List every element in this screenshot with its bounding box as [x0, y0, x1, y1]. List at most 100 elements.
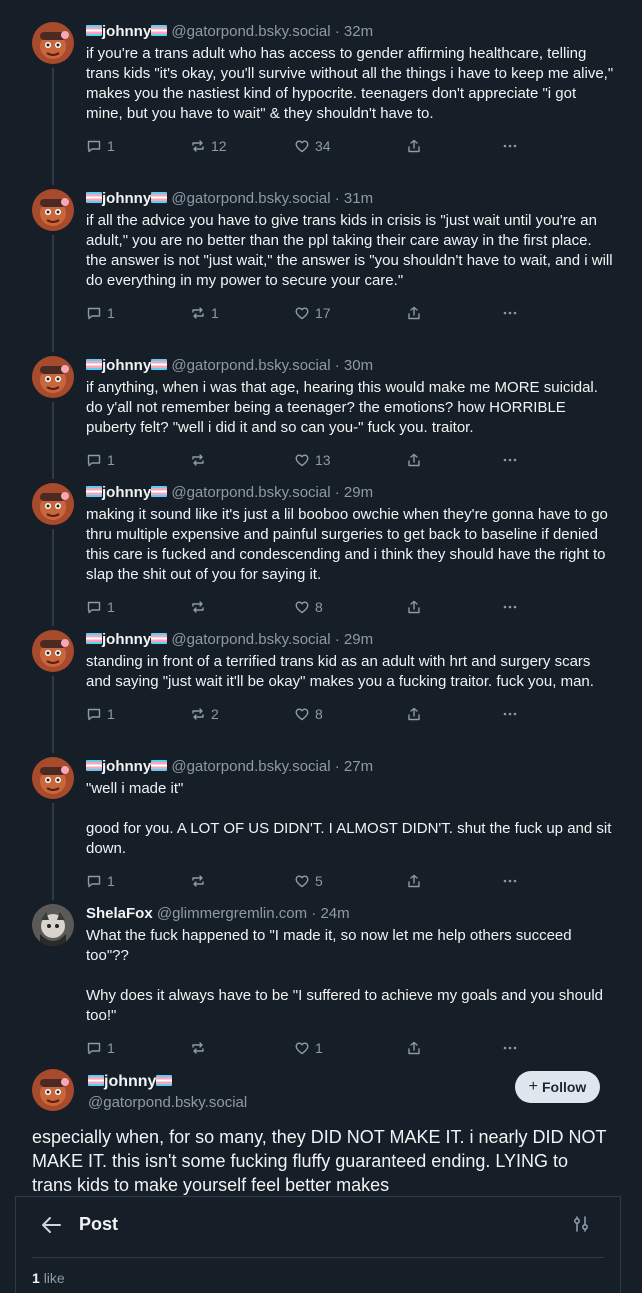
author-name[interactable]: johnny	[102, 758, 151, 775]
author-name[interactable]: johnny	[102, 484, 151, 501]
post-header: ShelaFox @glimmergremlin.com · 24m	[86, 904, 616, 924]
follow-button[interactable]: + Follow	[515, 1071, 600, 1103]
more-button[interactable]	[502, 136, 518, 156]
repost-count: 2	[211, 706, 219, 722]
author-handle[interactable]: @gatorpond.bsky.social	[171, 357, 330, 374]
more-options-icon	[502, 873, 518, 889]
sort-settings-icon[interactable]	[572, 1215, 590, 1233]
repost-icon	[190, 138, 206, 154]
post-time[interactable]: 29m	[344, 631, 373, 648]
share-button[interactable]	[406, 597, 422, 617]
avatar[interactable]	[32, 189, 74, 231]
reply-button[interactable]: 1	[86, 1038, 115, 1058]
author-handle[interactable]: @glimmergremlin.com	[157, 905, 307, 922]
share-button[interactable]	[406, 136, 422, 156]
author-handle[interactable]: @gatorpond.bsky.social	[88, 1093, 247, 1113]
post-text: if you're a trans adult who has access t…	[86, 45, 618, 122]
author-name[interactable]: ShelaFox	[86, 905, 153, 922]
more-button[interactable]	[502, 871, 518, 891]
separator: ·	[307, 905, 321, 922]
author-name[interactable]: johnny	[102, 190, 151, 207]
like-button[interactable]: 13	[294, 450, 331, 470]
repost-button[interactable]	[190, 871, 211, 891]
author-name[interactable]: johnny	[102, 357, 151, 374]
reply-button[interactable]: 1	[86, 136, 115, 156]
avatar[interactable]	[32, 22, 74, 64]
divider	[32, 1257, 604, 1258]
share-button[interactable]	[406, 871, 422, 891]
post-text: especially when, for so many, they DID N…	[32, 1127, 607, 1195]
trans-flag-icon	[151, 192, 168, 203]
more-options-icon	[502, 305, 518, 321]
post-time[interactable]: 27m	[344, 758, 373, 775]
author-name[interactable]: johnny	[102, 631, 151, 648]
post-time[interactable]: 24m	[320, 905, 349, 922]
avatar[interactable]	[32, 904, 74, 946]
heart-icon	[294, 873, 310, 889]
more-options-icon	[502, 706, 518, 722]
trans-flag-icon	[86, 25, 102, 36]
reply-count: 1	[107, 305, 115, 321]
more-options-icon	[502, 599, 518, 615]
like-button[interactable]: 1	[294, 1038, 323, 1058]
more-button[interactable]	[502, 450, 518, 470]
avatar[interactable]	[32, 630, 74, 672]
like-button[interactable]: 8	[294, 704, 323, 724]
post-time[interactable]: 29m	[344, 484, 373, 501]
reply-icon	[86, 706, 102, 722]
repost-button[interactable]	[190, 450, 211, 470]
share-button[interactable]	[406, 1038, 422, 1058]
share-button[interactable]	[406, 450, 422, 470]
heart-icon	[294, 138, 310, 154]
more-button[interactable]	[502, 597, 518, 617]
like-count: 1	[315, 1040, 323, 1056]
share-button[interactable]	[406, 303, 422, 323]
repost-count: 1	[211, 305, 219, 321]
reply-button[interactable]: 1	[86, 303, 115, 323]
post-header: johnny @gatorpond.bsky.social · 32m	[86, 22, 616, 42]
reply-button[interactable]: 1	[86, 871, 115, 891]
reply-button[interactable]: 1	[86, 704, 115, 724]
author-handle[interactable]: @gatorpond.bsky.social	[171, 631, 330, 648]
more-button[interactable]	[502, 704, 518, 724]
author-handle[interactable]: @gatorpond.bsky.social	[171, 190, 330, 207]
like-button[interactable]: 8	[294, 597, 323, 617]
like-count: 34	[315, 138, 331, 154]
repost-button[interactable]	[190, 597, 211, 617]
post-time[interactable]: 31m	[344, 190, 373, 207]
reply-icon	[86, 452, 102, 468]
repost-icon	[190, 305, 206, 321]
avatar[interactable]	[32, 1069, 74, 1111]
like-button[interactable]: 34	[294, 136, 331, 156]
thread-line	[52, 402, 54, 479]
likes-count[interactable]: 1 like	[32, 1270, 65, 1286]
like-button[interactable]: 17	[294, 303, 331, 323]
like-button[interactable]: 5	[294, 871, 323, 891]
more-button[interactable]	[502, 303, 518, 323]
repost-button[interactable]	[190, 1038, 211, 1058]
author-handle[interactable]: @gatorpond.bsky.social	[171, 758, 330, 775]
more-button[interactable]	[502, 1038, 518, 1058]
repost-button[interactable]: 1	[190, 303, 219, 323]
author-name[interactable]: johnny	[88, 1072, 173, 1092]
avatar[interactable]	[32, 757, 74, 799]
back-arrow-icon[interactable]	[40, 1215, 62, 1235]
reply-button[interactable]: 1	[86, 450, 115, 470]
reply-button[interactable]: 1	[86, 597, 115, 617]
post-time[interactable]: 30m	[344, 357, 373, 374]
like-count: 5	[315, 873, 323, 889]
author-handle[interactable]: @gatorpond.bsky.social	[171, 23, 330, 40]
share-icon	[406, 706, 422, 722]
post-header: johnny @gatorpond.bsky.social · 27m	[86, 757, 616, 777]
post-time[interactable]: 32m	[344, 23, 373, 40]
separator: ·	[330, 758, 344, 775]
repost-button[interactable]: 2	[190, 704, 219, 724]
share-button[interactable]	[406, 704, 422, 724]
trans-flag-icon	[151, 25, 168, 36]
author-name[interactable]: johnny	[102, 23, 151, 40]
avatar[interactable]	[32, 483, 74, 525]
avatar[interactable]	[32, 356, 74, 398]
author-handle[interactable]: @gatorpond.bsky.social	[171, 484, 330, 501]
repost-icon	[190, 706, 206, 722]
repost-button[interactable]: 12	[190, 136, 227, 156]
